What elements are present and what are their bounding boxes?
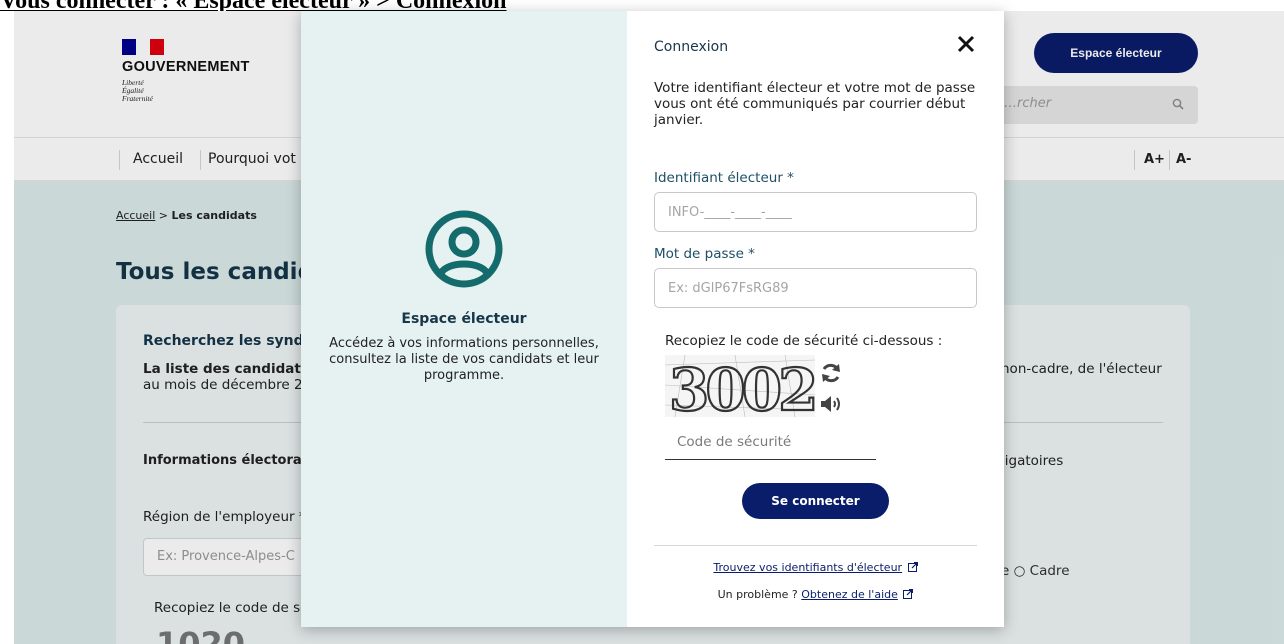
login-modal: Espace électeur Accédez à vos informatio… — [301, 11, 1004, 627]
espace-electeur-description: Accédez à vos informations personnelles,… — [329, 336, 599, 383]
identifiant-label: Identifiant électeur * — [654, 170, 794, 186]
find-ids-link[interactable]: Trouvez vos identifiants d'électeur — [713, 561, 902, 574]
close-icon[interactable] — [955, 33, 977, 55]
help-link[interactable]: Obtenez de l'aide — [801, 588, 898, 601]
connexion-title: Connexion — [654, 39, 729, 55]
espace-electeur-title: Espace électeur — [401, 311, 527, 327]
modal-left-panel: Espace électeur Accédez à vos informatio… — [301, 11, 627, 627]
refresh-icon[interactable] — [819, 361, 843, 385]
connect-button[interactable]: Se connecter — [742, 483, 889, 519]
identifiant-field[interactable] — [654, 192, 977, 232]
user-icon — [425, 210, 503, 288]
modal-right-panel: Connexion Votre identifiant électeur et … — [627, 11, 1004, 627]
captcha-image: 3002 — [665, 355, 815, 417]
security-code-field[interactable] — [665, 424, 876, 460]
captcha-label: Recopiez le code de sécurité ci-dessous … — [665, 333, 943, 349]
password-field[interactable] — [654, 268, 977, 308]
find-ids-line: Trouvez vos identifiants d'électeur — [627, 561, 1004, 574]
audio-icon[interactable] — [819, 393, 845, 415]
intro-text: Votre identifiant électeur et votre mot … — [654, 80, 976, 128]
password-label: Mot de passe * — [654, 246, 755, 262]
external-link-icon — [903, 589, 914, 599]
svg-text:3002: 3002 — [669, 356, 814, 417]
external-link-icon — [907, 562, 918, 572]
help-line: Un problème ? Obtenez de l'aide — [627, 588, 1004, 601]
divider — [654, 545, 977, 546]
document-heading: Vous connecter : « Espace électeur » > C… — [0, 0, 507, 11]
